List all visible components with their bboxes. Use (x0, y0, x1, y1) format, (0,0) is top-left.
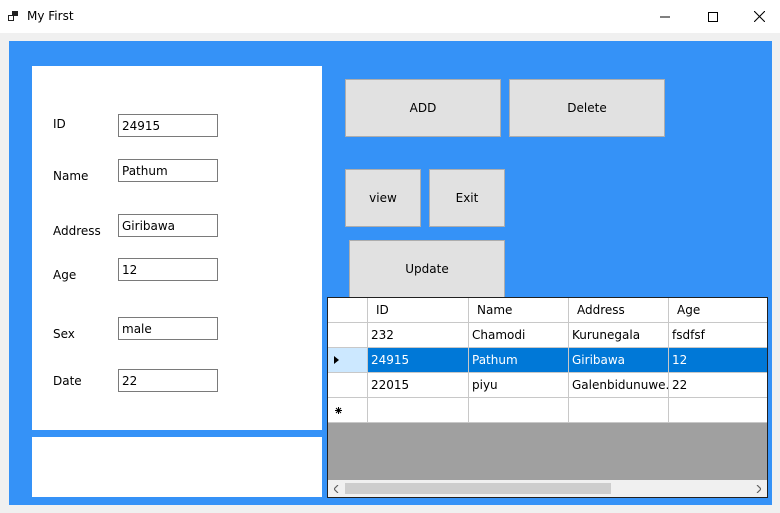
row-header[interactable] (328, 348, 368, 373)
new-row[interactable] (328, 398, 767, 423)
age-field[interactable] (118, 258, 218, 281)
horizontal-scrollbar[interactable] (328, 480, 767, 497)
row-header[interactable] (328, 323, 368, 348)
address-field[interactable] (118, 214, 218, 237)
row-header[interactable] (328, 398, 368, 423)
grid-header-row: ID Name Address Age (328, 298, 767, 323)
row-indicator-arrow-icon (334, 356, 339, 364)
view-button[interactable]: view (345, 169, 421, 227)
app-icon (8, 11, 18, 21)
date-label: Date (53, 374, 82, 388)
id-field[interactable] (118, 114, 218, 137)
data-grid[interactable]: ID Name Address Age 232 Chamodi Kurunega… (327, 297, 768, 498)
table-row[interactable]: 22015 piyu Galenbidunuwe... 22 (328, 373, 767, 398)
cell-address[interactable] (569, 398, 669, 423)
delete-button[interactable]: Delete (509, 79, 665, 137)
id-label: ID (53, 117, 66, 131)
sex-field[interactable] (118, 317, 218, 340)
cell-name[interactable] (469, 398, 569, 423)
column-header-name[interactable]: Name (469, 298, 569, 323)
cell-id[interactable] (368, 398, 469, 423)
form-client-area: ID Name Address Age Sex Date ADD Delete … (9, 41, 772, 505)
empty-panel (32, 437, 322, 497)
sex-label: Sex (53, 327, 75, 341)
cell-id[interactable]: 22015 (368, 373, 469, 398)
minimize-icon (660, 16, 670, 17)
cell-age[interactable]: 22 (669, 373, 767, 398)
exit-button[interactable]: Exit (429, 169, 505, 227)
row-header[interactable] (328, 373, 368, 398)
cell-age[interactable]: fsdfsf (669, 323, 767, 348)
cell-address[interactable]: Kurunegala (569, 323, 669, 348)
maximize-button[interactable] (690, 0, 736, 33)
scroll-left-icon (334, 484, 339, 493)
close-button[interactable] (736, 0, 780, 33)
input-panel: ID Name Address Age Sex Date (32, 66, 322, 430)
scroll-right-icon (756, 484, 761, 493)
cell-name[interactable]: Pathum (469, 348, 569, 373)
window-title: My First (27, 9, 74, 23)
cell-age[interactable] (669, 398, 767, 423)
table-row[interactable]: 232 Chamodi Kurunegala fsdfsf (328, 323, 767, 348)
add-button[interactable]: ADD (345, 79, 501, 137)
column-header-address[interactable]: Address (569, 298, 669, 323)
cell-address[interactable]: Giribawa (569, 348, 669, 373)
table-row-selected[interactable]: 24915 Pathum Giribawa 12 (328, 348, 767, 373)
cell-age[interactable]: 12 (669, 348, 767, 373)
new-row-icon (335, 407, 342, 414)
address-label: Address (53, 224, 101, 238)
column-header-age[interactable]: Age (669, 298, 767, 323)
minimize-button[interactable] (642, 0, 688, 33)
cell-name[interactable]: Chamodi (469, 323, 569, 348)
scroll-right-button[interactable] (750, 480, 767, 497)
title-bar: My First (0, 0, 780, 33)
cell-id[interactable]: 24915 (368, 348, 469, 373)
grid-corner-cell[interactable] (328, 298, 368, 323)
cell-id[interactable]: 232 (368, 323, 469, 348)
cell-name[interactable]: piyu (469, 373, 569, 398)
name-label: Name (53, 169, 89, 183)
name-field[interactable] (118, 159, 218, 182)
scrollbar-thumb[interactable] (345, 483, 611, 494)
maximize-icon (708, 11, 718, 22)
update-button[interactable]: Update (349, 240, 505, 298)
age-label: Age (53, 268, 77, 282)
close-icon (753, 11, 765, 22)
date-field[interactable] (118, 369, 218, 392)
column-header-id[interactable]: ID (368, 298, 469, 323)
cell-address[interactable]: Galenbidunuwe... (569, 373, 669, 398)
scroll-left-button[interactable] (328, 480, 345, 497)
